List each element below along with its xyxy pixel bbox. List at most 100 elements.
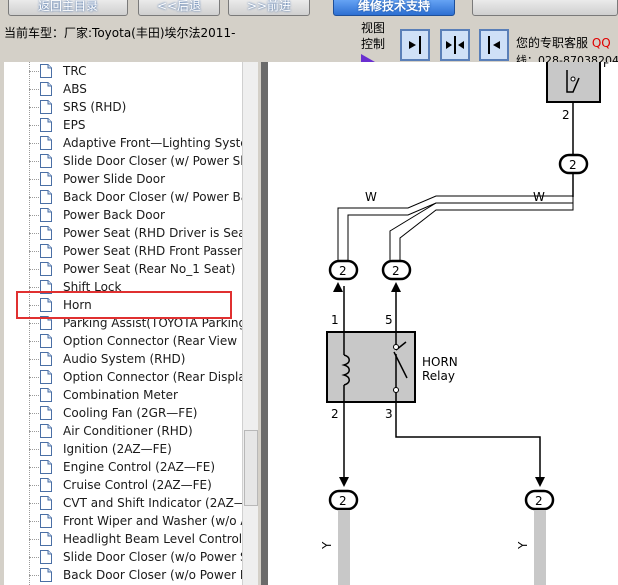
- tree-item[interactable]: CVT and Shift Indicator (2AZ—FE): [4, 494, 242, 512]
- tree-item[interactable]: Power Seat (Rear No_1 Seat): [4, 260, 242, 278]
- tree-item[interactable]: Headlight Beam Level Control(w/o): [4, 530, 242, 548]
- tree-item-label: Power Seat (RHD Driver is Seat): [63, 226, 242, 240]
- document-icon: [40, 424, 52, 438]
- connector-right-label: 2: [392, 264, 400, 278]
- tree-guide-line: [29, 62, 30, 585]
- tree-branch-line: [29, 413, 39, 414]
- tree-item[interactable]: SRS (RHD): [4, 98, 242, 116]
- document-icon: [40, 460, 52, 474]
- tree-item[interactable]: Power Seat (RHD Driver is Seat): [4, 224, 242, 242]
- tree-branch-line: [29, 377, 39, 378]
- document-icon: [40, 496, 52, 510]
- service-qq-link[interactable]: QQ: [592, 36, 611, 50]
- tree-item[interactable]: Air Conditioner (RHD): [4, 422, 242, 440]
- home-button[interactable]: 返回主目录: [8, 0, 128, 16]
- tree-item-label: Ignition (2AZ—FE): [63, 442, 172, 456]
- tree-item-label: Air Conditioner (RHD): [63, 424, 193, 438]
- tree-item-label: Power Slide Door: [63, 172, 166, 186]
- wire-w-left-label: W: [365, 190, 377, 204]
- tree-branch-line: [29, 215, 39, 216]
- relay-name-line2: Relay: [422, 369, 455, 383]
- tree-branch-line: [29, 485, 39, 486]
- tree-item[interactable]: Option Connector (Rear View Monitor): [4, 332, 242, 350]
- tree-item[interactable]: Back Door Closer (w/ Power Back Door): [4, 188, 242, 206]
- tree-item[interactable]: Cruise Control (2AZ—FE): [4, 476, 242, 494]
- tree-item[interactable]: Audio System (RHD): [4, 350, 242, 368]
- top-right-fragment-text: F: [603, 62, 609, 70]
- tree-item-label: Cooling Fan (2GR—FE): [63, 406, 198, 420]
- tree-scrollbar-thumb[interactable]: [244, 430, 258, 506]
- tech-support-button[interactable]: 维修技术支持: [333, 0, 455, 16]
- tree-branch-line: [29, 107, 39, 108]
- tree-branch-line: [29, 341, 39, 342]
- tree-item[interactable]: TRC: [4, 62, 242, 80]
- document-icon: [40, 208, 52, 222]
- tree-branch-line: [29, 89, 39, 90]
- forward-button[interactable]: >>前进: [228, 0, 310, 16]
- tree-item[interactable]: EPS: [4, 116, 242, 134]
- tree-item-label: Power Back Door: [63, 208, 165, 222]
- tree-item-label: SRS (RHD): [63, 100, 127, 114]
- view-arrow-left-icon[interactable]: [479, 29, 509, 61]
- top-component-box: [546, 62, 601, 103]
- service-label: 您的专职客服 QQ: [516, 34, 611, 51]
- view-arrow-right-icon[interactable]: [400, 29, 430, 61]
- tree-branch-line: [29, 557, 39, 558]
- tree-item-label: Audio System (RHD): [63, 352, 186, 366]
- tree-item-label: Combination Meter: [63, 388, 178, 402]
- connector-top-label: 2: [569, 158, 577, 172]
- document-icon: [40, 82, 52, 96]
- tree-item-label: Option Connector (Rear Display): [63, 370, 242, 384]
- tree-item[interactable]: Slide Door Closer (w/o Power Slide): [4, 548, 242, 566]
- tree-item[interactable]: Power Seat (RHD Front Passenger): [4, 242, 242, 260]
- pin-top-label: 2: [562, 108, 570, 122]
- service-phone: 线：028-87038204: [516, 54, 618, 62]
- tree-branch-line: [29, 143, 39, 144]
- tree-branch-line: [29, 269, 39, 270]
- tree-branch-line: [29, 395, 39, 396]
- tree-item-label: Power Seat (RHD Front Passenger): [63, 244, 242, 258]
- tree-item[interactable]: Front Wiper and Washer (w/o Auto): [4, 512, 242, 530]
- connector-bottom-left-label: 2: [339, 494, 347, 508]
- tree-item[interactable]: Power Slide Door: [4, 170, 242, 188]
- document-icon: [40, 514, 52, 528]
- tree-branch-line: [29, 287, 39, 288]
- document-icon: [40, 388, 52, 402]
- tree-branch-line: [29, 575, 39, 576]
- tree-item[interactable]: Combination Meter: [4, 386, 242, 404]
- tree-item[interactable]: Power Back Door: [4, 206, 242, 224]
- document-icon: [40, 262, 52, 276]
- tree-item[interactable]: Engine Control (2AZ—FE): [4, 458, 242, 476]
- view-fit-icon[interactable]: [440, 29, 470, 61]
- document-icon: [40, 190, 52, 204]
- document-icon: [40, 334, 52, 348]
- connector-left-label: 2: [339, 264, 347, 278]
- tree-item[interactable]: Ignition (2AZ—FE): [4, 440, 242, 458]
- tree-item[interactable]: Slide Door Closer (w/ Power Slide Door): [4, 152, 242, 170]
- pin-2-label: 2: [331, 407, 339, 421]
- tree-item[interactable]: ABS: [4, 80, 242, 98]
- tree-item-label: CVT and Shift Indicator (2AZ—FE): [63, 496, 242, 510]
- top-toolbar: 返回主目录 <<后退 >>前进 维修技术支持: [0, 0, 618, 20]
- tree-item[interactable]: Adaptive Front—Lighting System: [4, 134, 242, 152]
- back-button[interactable]: <<后退: [138, 0, 220, 16]
- document-icon: [40, 100, 52, 114]
- tree-scrollbar[interactable]: [242, 62, 258, 585]
- tree-item-label: TRC: [63, 64, 87, 78]
- extra-button[interactable]: [472, 0, 618, 16]
- document-icon: [40, 154, 52, 168]
- tree-item[interactable]: Cooling Fan (2GR—FE): [4, 404, 242, 422]
- tree-item[interactable]: Back Door Closer (w/o Power Back): [4, 566, 242, 584]
- tree-item-label: Option Connector (Rear View Monitor): [63, 334, 242, 348]
- tree-item-label: Cruise Control (2AZ—FE): [63, 478, 212, 492]
- tree-item-label: Adaptive Front—Lighting System: [63, 136, 242, 150]
- tree-item-label: Engine Control (2AZ—FE): [63, 460, 216, 474]
- pin-5-label: 5: [385, 313, 393, 327]
- tree-branch-line: [29, 161, 39, 162]
- document-icon: [40, 352, 52, 366]
- service-text: 您的专职客服: [516, 36, 589, 50]
- document-icon: [40, 118, 52, 132]
- panel-splitter[interactable]: [258, 62, 268, 585]
- tree-item[interactable]: Option Connector (Rear Display): [4, 368, 242, 386]
- tree-branch-line: [29, 539, 39, 540]
